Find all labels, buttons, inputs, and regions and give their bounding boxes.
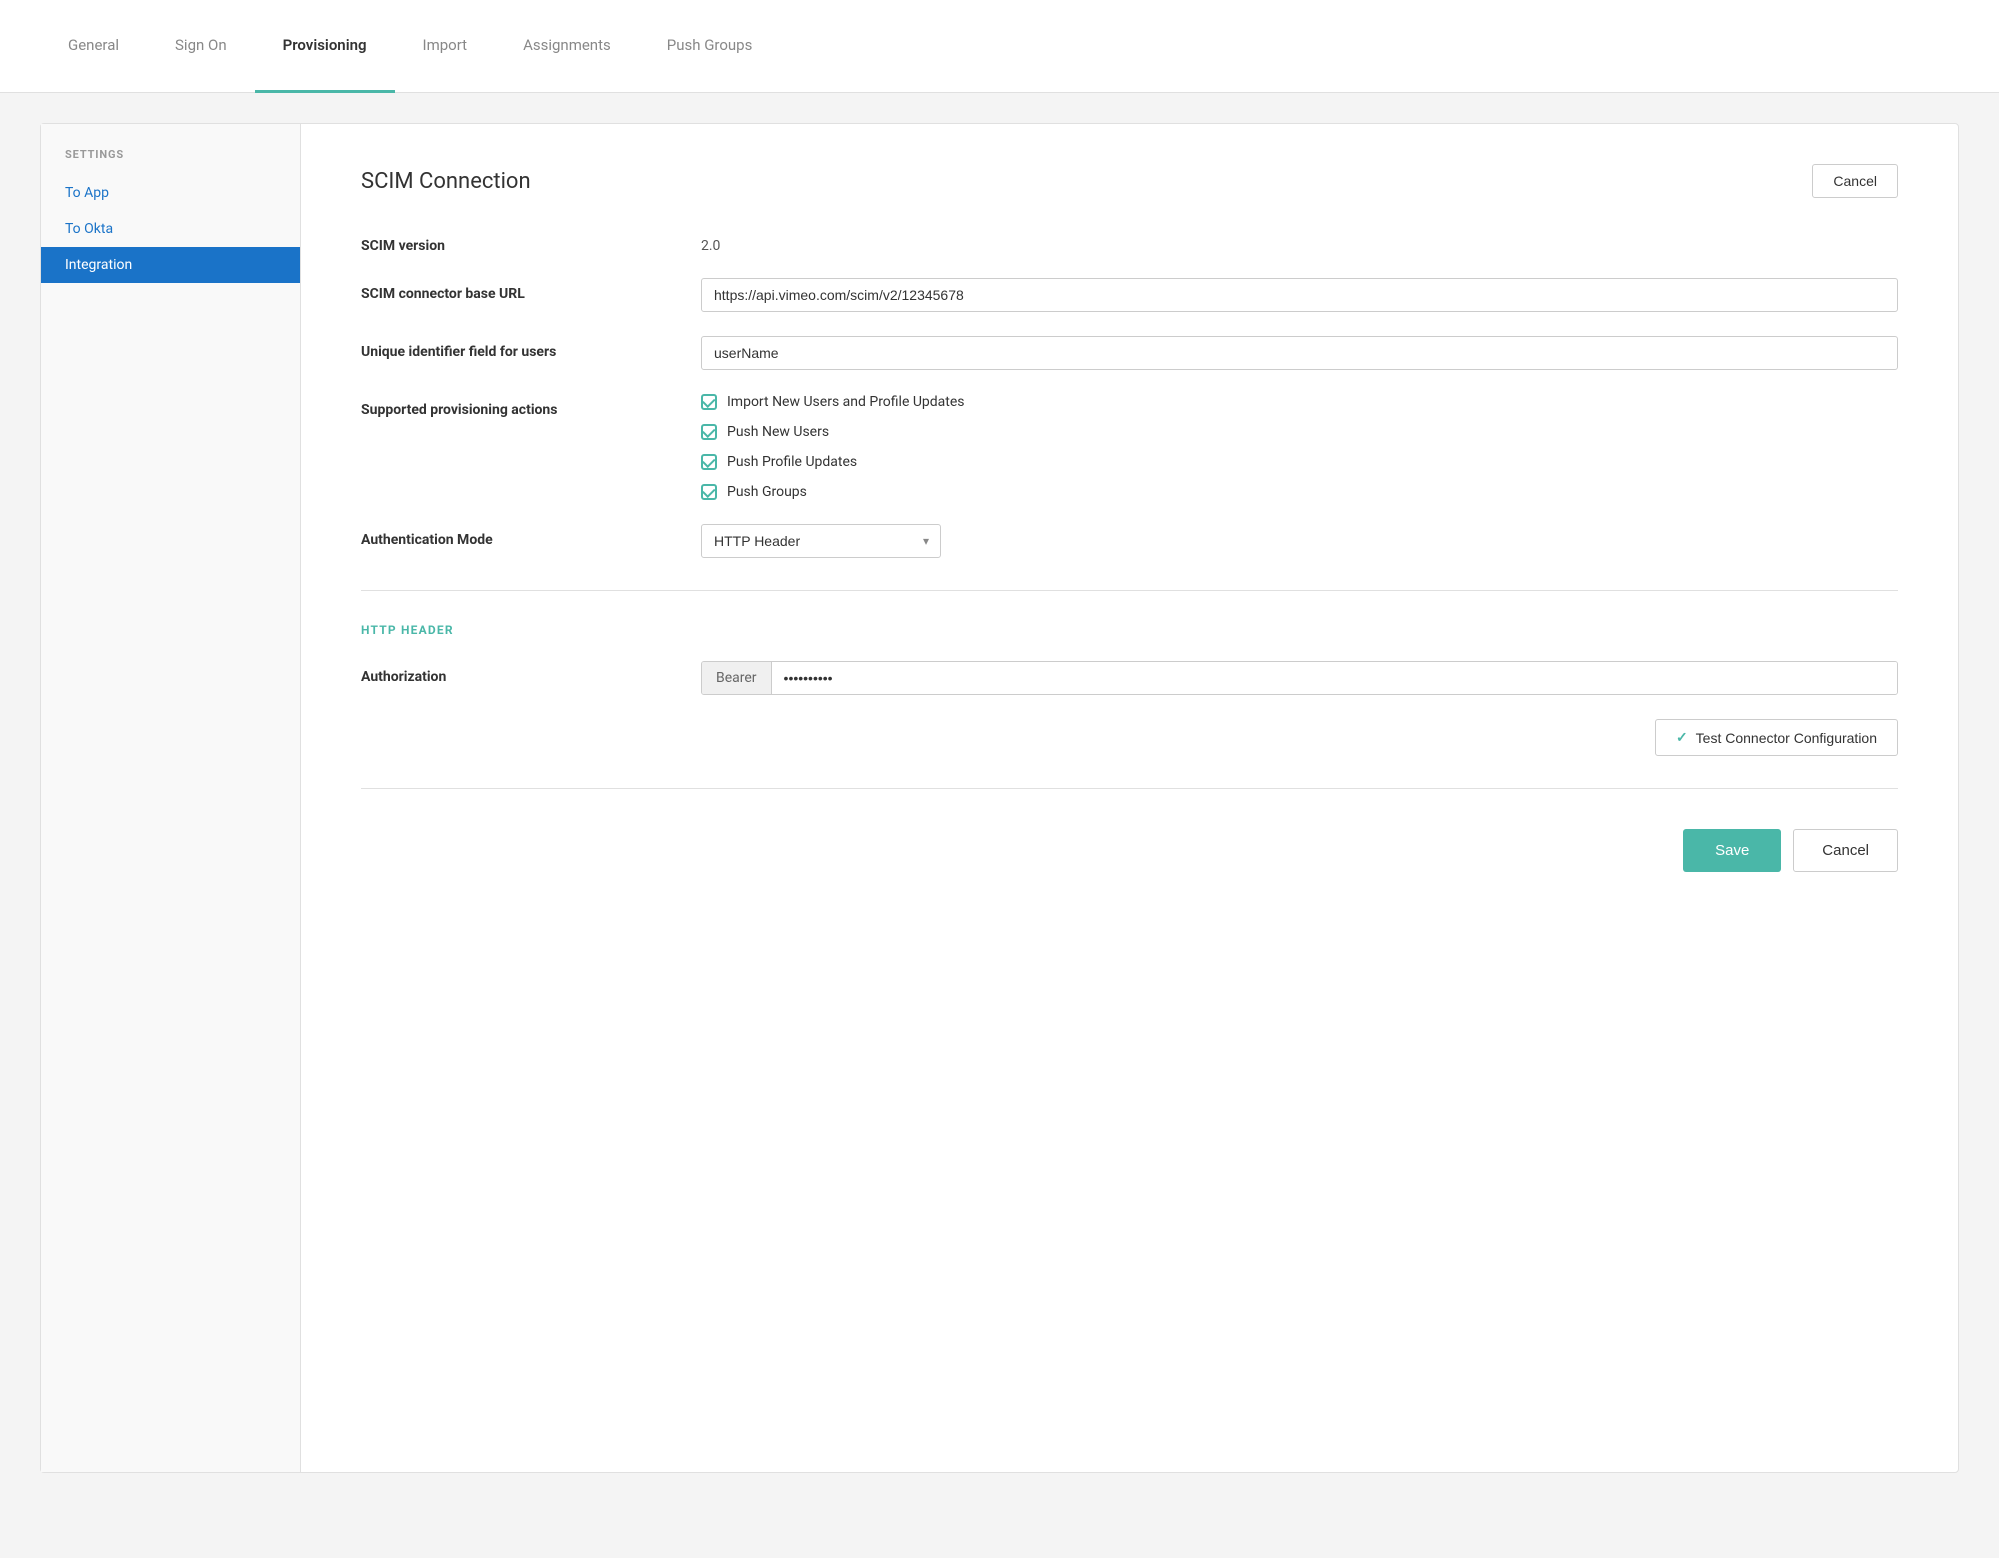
auth-input-group: Bearer	[701, 661, 1898, 695]
unique-identifier-row: Unique identifier field for users	[361, 336, 1898, 370]
checkbox-import-new-users-box[interactable]	[701, 394, 717, 410]
checkbox-push-new-users-box[interactable]	[701, 424, 717, 440]
auth-mode-select-wrapper: HTTP Header Basic Auth OAuth 2.0 ▾	[701, 524, 941, 558]
top-navigation: General Sign On Provisioning Import Assi…	[0, 0, 1999, 93]
check-icon: ✓	[1676, 729, 1688, 746]
authorization-label: Authorization	[361, 661, 701, 685]
scim-version-row: SCIM version 2.0	[361, 230, 1898, 254]
auth-mode-row: Authentication Mode HTTP Header Basic Au…	[361, 524, 1898, 558]
tab-push-groups[interactable]: Push Groups	[639, 0, 781, 93]
tab-assignments[interactable]: Assignments	[495, 0, 639, 93]
save-button[interactable]: Save	[1683, 829, 1781, 872]
unique-identifier-input[interactable]	[701, 336, 1898, 370]
authorization-row: Authorization Bearer	[361, 661, 1898, 695]
test-connector-button[interactable]: ✓ Test Connector Configuration	[1655, 719, 1898, 756]
cancel-top-button[interactable]: Cancel	[1812, 164, 1898, 198]
sidebar-item-to-okta[interactable]: To Okta	[41, 211, 300, 247]
auth-mode-label: Authentication Mode	[361, 524, 701, 548]
checkbox-group: Import New Users and Profile Updates Pus…	[701, 394, 965, 500]
page-title: SCIM Connection	[361, 169, 531, 194]
section-header: SCIM Connection Cancel	[361, 164, 1898, 198]
test-connector-row: ✓ Test Connector Configuration	[361, 719, 1898, 756]
tab-provisioning[interactable]: Provisioning	[255, 0, 395, 93]
checkbox-import-new-users[interactable]: Import New Users and Profile Updates	[701, 394, 965, 410]
scim-version-label: SCIM version	[361, 230, 701, 254]
main-container: SETTINGS To App To Okta Integration SCIM…	[40, 123, 1959, 1473]
cancel-bottom-button[interactable]: Cancel	[1793, 829, 1898, 872]
test-connector-label: Test Connector Configuration	[1696, 730, 1877, 746]
scim-version-value: 2.0	[701, 230, 1898, 254]
divider-1	[361, 590, 1898, 591]
checkbox-push-groups-box[interactable]	[701, 484, 717, 500]
auth-bearer-prefix: Bearer	[702, 662, 772, 694]
divider-2	[361, 788, 1898, 789]
supported-actions-label: Supported provisioning actions	[361, 394, 701, 418]
content-area: SCIM Connection Cancel SCIM version 2.0 …	[301, 124, 1958, 1472]
checkbox-push-profile-updates-box[interactable]	[701, 454, 717, 470]
scim-connector-url-label: SCIM connector base URL	[361, 278, 701, 302]
checkbox-push-groups-label: Push Groups	[727, 484, 807, 500]
sidebar-item-integration[interactable]: Integration	[41, 247, 300, 283]
checkbox-push-new-users-label: Push New Users	[727, 424, 829, 440]
scim-connector-url-input[interactable]	[701, 278, 1898, 312]
checkbox-push-groups[interactable]: Push Groups	[701, 484, 965, 500]
unique-identifier-label: Unique identifier field for users	[361, 336, 701, 360]
tab-import[interactable]: Import	[395, 0, 496, 93]
http-header-label: HTTP HEADER	[361, 623, 1898, 637]
sidebar: SETTINGS To App To Okta Integration	[41, 124, 301, 1472]
scim-connector-url-row: SCIM connector base URL	[361, 278, 1898, 312]
checkbox-push-profile-updates-label: Push Profile Updates	[727, 454, 857, 470]
checkbox-push-profile-updates[interactable]: Push Profile Updates	[701, 454, 965, 470]
auth-token-input[interactable]	[772, 662, 1897, 694]
checkbox-import-new-users-label: Import New Users and Profile Updates	[727, 394, 965, 410]
action-buttons: Save Cancel	[361, 829, 1898, 872]
supported-actions-row: Supported provisioning actions Import Ne…	[361, 394, 1898, 500]
authorization-input-wrapper: Bearer	[701, 661, 1898, 695]
checkbox-push-new-users[interactable]: Push New Users	[701, 424, 965, 440]
sidebar-section-label: SETTINGS	[41, 148, 300, 175]
sidebar-item-to-app[interactable]: To App	[41, 175, 300, 211]
tab-general[interactable]: General	[40, 0, 147, 93]
auth-mode-select[interactable]: HTTP Header Basic Auth OAuth 2.0	[701, 524, 941, 558]
tab-sign-on[interactable]: Sign On	[147, 0, 255, 93]
